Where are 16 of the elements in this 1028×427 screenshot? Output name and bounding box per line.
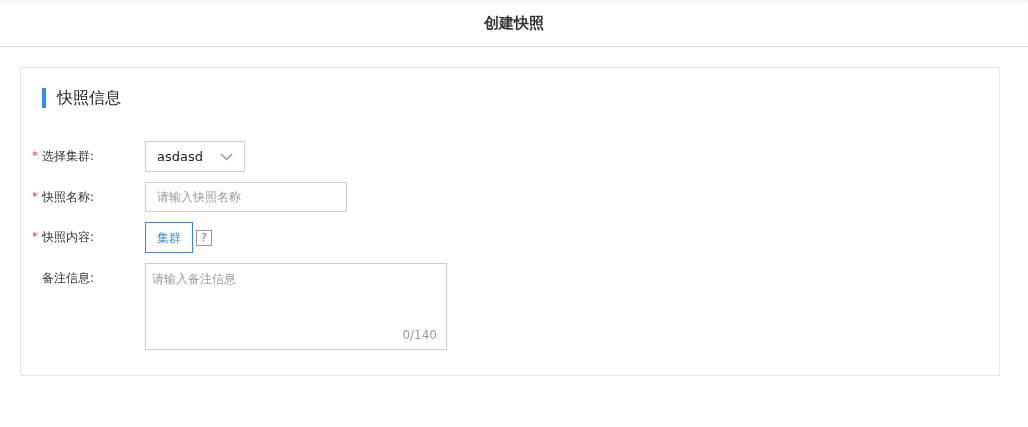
required-mark: * — [32, 147, 39, 164]
field-label: 备注信息: — [42, 270, 95, 287]
section-title: 快照信息 — [57, 87, 121, 109]
field-label: 选择集群: — [42, 148, 95, 165]
page-title: 创建快照 — [484, 12, 544, 34]
accent-bar — [42, 88, 46, 108]
help-icon[interactable]: ? — [196, 230, 212, 246]
cluster-select[interactable]: asdasd — [145, 141, 245, 172]
field-label: 快照名称: — [42, 189, 95, 206]
field-label: 快照内容: — [42, 229, 95, 246]
required-mark: * — [32, 228, 39, 245]
name-input[interactable]: 请输入快照名称 — [145, 182, 347, 212]
required-mark: * — [32, 188, 39, 205]
character-counter: 0/140 — [402, 327, 437, 344]
chevron-down-icon — [220, 152, 233, 161]
option-button[interactable]: 集群 — [145, 222, 193, 253]
